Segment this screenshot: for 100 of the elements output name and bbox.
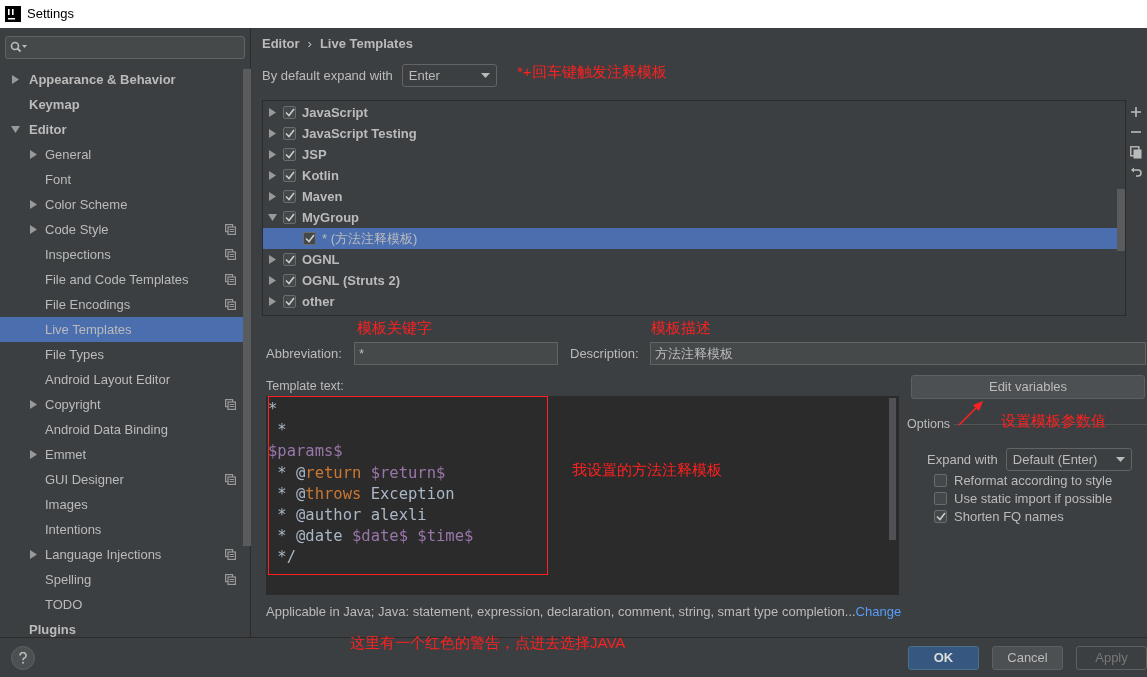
scrollbar[interactable] <box>1117 189 1125 251</box>
collapse-arrow-icon[interactable] <box>267 213 277 222</box>
code-line: $params$ <box>268 441 343 463</box>
sidebar-item[interactable]: File and Code Templates <box>0 267 243 292</box>
checkbox[interactable] <box>283 106 296 119</box>
code-line: */ <box>276 547 296 569</box>
scrollbar[interactable] <box>889 398 896 540</box>
annotation: 设置模板参数值 <box>1001 411 1106 431</box>
sidebar-item[interactable]: Code Style <box>0 217 243 242</box>
checkbox[interactable] <box>283 295 296 308</box>
copy-icon[interactable] <box>1130 146 1142 159</box>
template-row[interactable]: JavaScript <box>263 102 1117 123</box>
expand-arrow-icon[interactable] <box>267 297 277 306</box>
template-row[interactable]: JSP <box>263 144 1117 165</box>
sidebar-item[interactable]: Plugins <box>0 617 243 642</box>
field-label: Abbreviation: <box>266 344 343 363</box>
template-row[interactable]: JavaScript Testing <box>263 123 1117 144</box>
checkbox[interactable] <box>283 211 296 224</box>
template-row[interactable]: other <box>263 291 1117 312</box>
template-row[interactable]: OGNL <box>263 249 1117 270</box>
sidebar-item[interactable]: Images <box>0 492 243 517</box>
code-line: * <box>276 420 287 442</box>
sidebar-item[interactable]: Android Data Binding <box>0 417 243 442</box>
template-row[interactable]: Kotlin <box>263 165 1117 186</box>
sidebar-item[interactable]: Emmet <box>0 442 243 467</box>
breadcrumb-item: Live Templates <box>319 35 413 54</box>
sidebar-item[interactable]: Font <box>0 167 243 192</box>
window-title: Settings <box>27 5 74 24</box>
code-line: * @throws Exception <box>276 483 455 505</box>
expand-arrow-icon[interactable] <box>267 129 277 138</box>
abbreviation-field[interactable]: * <box>354 342 558 365</box>
expand-arrow-icon[interactable] <box>267 276 277 285</box>
expand-arrow-icon[interactable] <box>267 150 277 159</box>
template-row[interactable]: MyGroup <box>263 207 1117 228</box>
template-row[interactable]: Maven <box>263 186 1117 207</box>
search-field[interactable] <box>5 36 245 59</box>
checkbox[interactable] <box>283 274 296 287</box>
code-line: * <box>268 399 278 420</box>
sidebar-item[interactable]: GUI Designer <box>0 467 243 492</box>
collapse-arrow-icon[interactable] <box>10 125 20 134</box>
add-icon[interactable] <box>1130 106 1142 118</box>
help-button[interactable] <box>11 645 35 670</box>
template-row[interactable]: OGNL (Struts 2) <box>263 270 1117 291</box>
dialog-button[interactable]: Cancel <box>992 645 1063 670</box>
expand-arrow-icon[interactable] <box>28 550 38 559</box>
annotation: 模板描述 <box>651 318 711 338</box>
expand-dropdown[interactable]: Enter <box>401 64 497 87</box>
expand-arrow-icon[interactable] <box>28 225 38 234</box>
sidebar-item[interactable]: Inspections <box>0 242 243 267</box>
checkbox[interactable] <box>283 148 296 161</box>
checkbox[interactable] <box>934 474 947 488</box>
checkbox[interactable] <box>303 232 316 245</box>
breadcrumb-item[interactable]: Editor <box>262 34 300 54</box>
field-label: Description: <box>570 344 640 363</box>
checkbox-label[interactable]: Shorten FQ names <box>954 507 1064 527</box>
scrollbar[interactable] <box>243 69 251 546</box>
code-line: * @date $date$ $time$ <box>276 526 474 548</box>
sidebar-item[interactable]: TODO <box>0 592 243 617</box>
sidebar-item[interactable]: Color Scheme <box>0 192 243 217</box>
sidebar-item[interactable]: Android Layout Editor <box>0 367 243 392</box>
expand-arrow-icon[interactable] <box>267 108 277 117</box>
expand-arrow-icon[interactable] <box>267 192 277 201</box>
checkbox[interactable] <box>283 190 296 203</box>
edit-variables-button[interactable]: Edit variables <box>911 375 1145 399</box>
annotation: *+回车键触发注释模板 <box>517 62 667 82</box>
app-icon <box>5 6 21 22</box>
sidebar-item[interactable]: Copyright <box>0 392 243 417</box>
sidebar-item[interactable]: Appearance & Behavior <box>0 67 243 92</box>
expand-arrow-icon[interactable] <box>267 171 277 180</box>
dialog-button[interactable]: OK <box>908 645 979 670</box>
checkbox[interactable] <box>283 169 296 182</box>
sidebar-item[interactable]: File Encodings <box>0 292 243 317</box>
expand-arrow-icon[interactable] <box>10 75 20 84</box>
annotation: 我设置的方法注释模板 <box>572 460 722 480</box>
change-link[interactable]: Change <box>855 602 902 622</box>
expand-arrow-icon[interactable] <box>28 200 38 209</box>
code-line: * @return $return$ <box>276 462 446 484</box>
checkbox-label[interactable]: Use static import if possible <box>954 489 1113 509</box>
sidebar-item[interactable]: Editor <box>0 117 243 142</box>
sidebar-item[interactable]: Language Injections <box>0 542 243 567</box>
expand-arrow-icon[interactable] <box>28 400 38 409</box>
expand-arrow-icon[interactable] <box>28 450 38 459</box>
checkbox[interactable] <box>283 127 296 140</box>
expand-arrow-icon[interactable] <box>28 150 38 159</box>
annotation: 模板关键字 <box>357 318 432 338</box>
caret-icon <box>480 73 490 78</box>
checkbox[interactable] <box>283 253 296 266</box>
expand-with-dropdown[interactable]: Default (Enter) <box>1005 447 1132 471</box>
undo-icon[interactable] <box>1130 167 1142 179</box>
sidebar-item[interactable]: Spelling <box>0 567 243 592</box>
expand-arrow-icon[interactable] <box>267 255 277 264</box>
sidebar-item[interactable]: Intentions <box>0 517 243 542</box>
description-field[interactable]: 方法注释模板 <box>650 342 1146 365</box>
sidebar-item[interactable]: General <box>0 142 243 167</box>
checkbox-label[interactable]: Reformat according to style <box>954 471 1113 491</box>
question-mark-icon <box>19 651 27 664</box>
sidebar-item[interactable]: Keymap <box>0 92 243 117</box>
sidebar-item[interactable]: File Types <box>0 342 243 367</box>
checkbox[interactable] <box>934 510 947 524</box>
checkbox[interactable] <box>934 492 947 506</box>
